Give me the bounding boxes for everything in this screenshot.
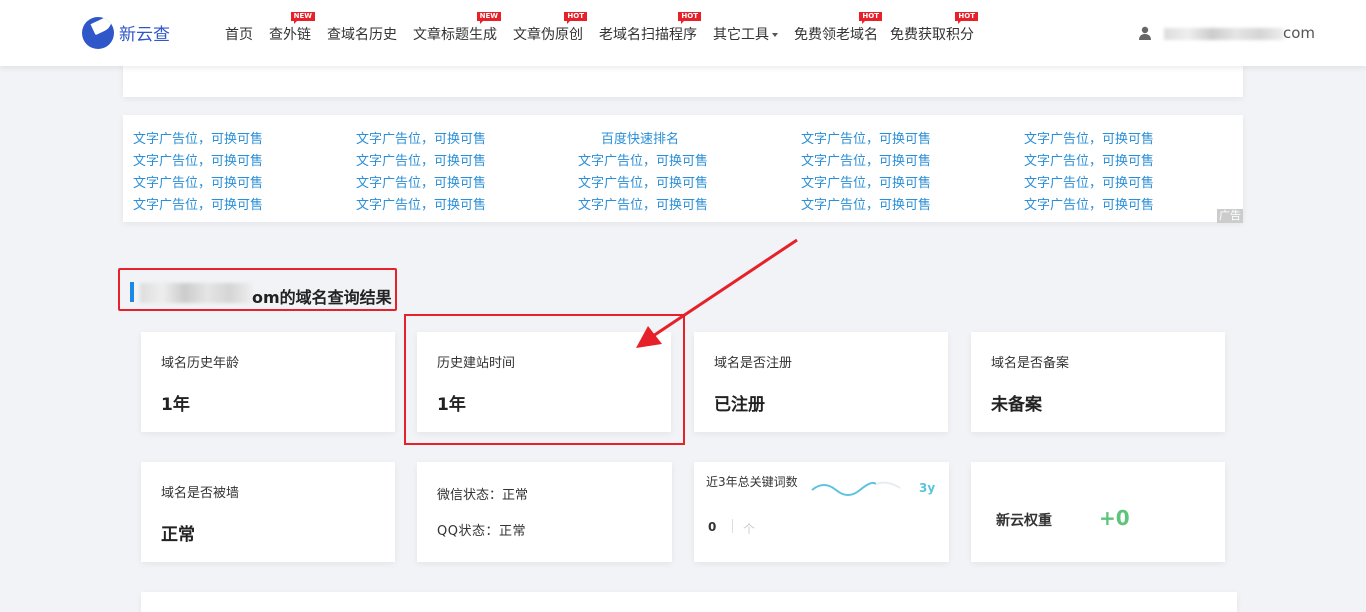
annotation-arrow-icon bbox=[636, 238, 798, 348]
